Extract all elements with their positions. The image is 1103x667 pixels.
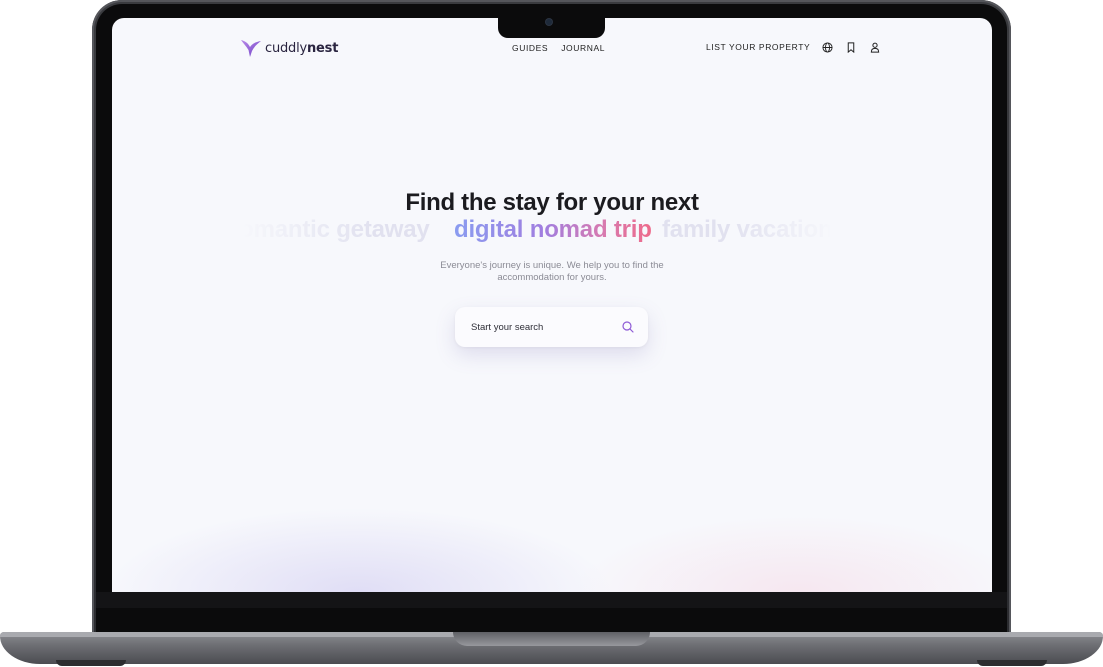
laptop-frame: cuddlynest GUIDES JOURNAL LIST YOUR PROP… (0, 0, 1103, 667)
nav-link-journal[interactable]: JOURNAL (561, 43, 605, 53)
trip-type-next: family vacation (662, 216, 833, 243)
nav-actions: LIST YOUR PROPERTY (706, 40, 882, 54)
search-icon[interactable] (621, 320, 635, 334)
nav-links: GUIDES JOURNAL (512, 43, 605, 53)
hero-subtitle-line-1: Everyone's journey is unique. We help yo… (440, 260, 664, 271)
browser-viewport: cuddlynest GUIDES JOURNAL LIST YOUR PROP… (112, 18, 992, 592)
laptop-opening-notch (453, 632, 650, 646)
logo-wordmark: cuddlynest (265, 40, 339, 56)
laptop-foot-right (977, 660, 1047, 666)
bottom-glow (112, 442, 992, 592)
trip-type-previous: romantic getaway (230, 216, 430, 243)
hero-subtitle-line-2: accommodation for yours. (497, 272, 607, 283)
hummingbird-logo-icon (241, 40, 261, 57)
user-icon[interactable] (868, 40, 882, 54)
globe-icon[interactable] (820, 40, 834, 54)
laptop-chin (96, 592, 1007, 608)
nav-link-guides[interactable]: GUIDES (512, 43, 548, 53)
bookmark-icon[interactable] (844, 40, 858, 54)
search-box[interactable]: Start your search (455, 307, 648, 347)
camera-notch (498, 18, 605, 38)
hero-subtitle: Everyone's journey is unique. We help yo… (112, 260, 992, 284)
laptop-foot-left (56, 660, 126, 666)
list-your-property-link[interactable]: LIST YOUR PROPERTY (706, 42, 810, 52)
hero-title: Find the stay for your next (405, 189, 699, 216)
cuddlynest-logo[interactable]: cuddlynest (240, 38, 338, 58)
trip-type-current: digital nomad trip (454, 216, 652, 243)
camera-icon (546, 19, 552, 25)
search-placeholder: Start your search (471, 321, 544, 333)
rotating-trip-types: romantic getaway digital nomad trip fami… (112, 216, 992, 246)
